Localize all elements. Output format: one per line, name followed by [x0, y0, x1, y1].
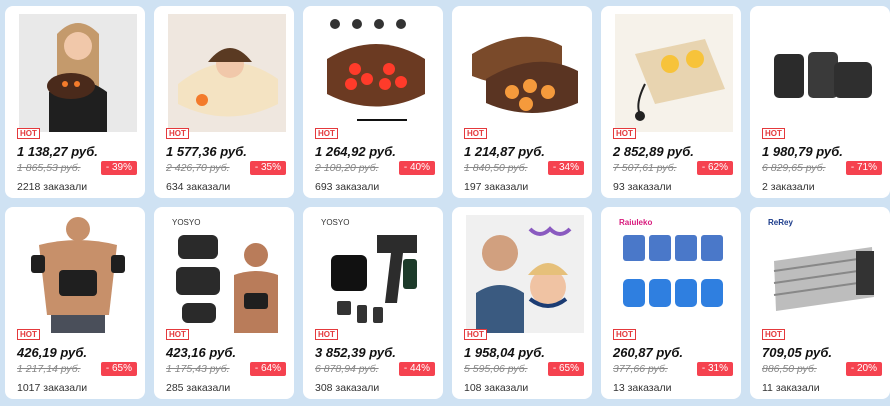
price: 1 138,27 руб.: [17, 144, 98, 159]
old-price: 2 426,70 руб.: [166, 162, 230, 174]
product-grid: HOT 1 138,27 руб. 1 865,53 руб. - 39% 22…: [0, 0, 890, 406]
hot-badge: HOT: [166, 329, 189, 340]
price: 2 852,89 руб.: [613, 144, 694, 159]
hot-badge: HOT: [315, 329, 338, 340]
discount-badge: - 39%: [100, 161, 137, 175]
product-card[interactable]: YOSYO HOT 423,16 руб. 1 175,43 руб. - 64…: [154, 207, 294, 399]
discount-badge: - 65%: [100, 362, 137, 376]
old-price: 1 175,43 руб.: [166, 363, 230, 375]
orders-count: 634 заказали: [166, 181, 231, 193]
product-card[interactable]: HOT 426,19 руб. 1 217,14 руб. - 65% 1017…: [5, 207, 145, 399]
hot-badge: HOT: [464, 329, 487, 340]
discount-badge: - 31%: [696, 362, 733, 376]
ems-pads-set-icon: YOSYO: [168, 215, 286, 333]
brand-label: YOSYO: [172, 218, 200, 227]
product-card[interactable]: HOT 1 958,04 руб. 5 595,06 руб. - 65% 10…: [452, 207, 592, 399]
orders-count: 11 заказали: [762, 382, 820, 394]
brand-label: Raiuleko: [619, 218, 652, 227]
price: 426,19 руб.: [17, 345, 88, 360]
hot-badge: HOT: [17, 329, 40, 340]
product-card[interactable]: HOT 2 852,89 руб. 7 507,61 руб. - 62% 93…: [601, 6, 741, 198]
orders-count: 197 заказали: [464, 181, 529, 193]
price: 423,16 руб.: [166, 345, 237, 360]
product-card[interactable]: HOT 1 214,87 руб. 1 840,50 руб. - 34% 19…: [452, 6, 592, 198]
hot-badge: HOT: [17, 128, 40, 139]
price: 1 958,04 руб.: [464, 345, 545, 360]
old-price: 7 507,61 руб.: [613, 162, 677, 174]
discount-badge: - 65%: [547, 362, 584, 376]
orders-count: 693 заказали: [315, 181, 380, 193]
old-price: 5 595,06 руб.: [464, 363, 528, 375]
hot-badge: HOT: [315, 128, 338, 139]
product-card[interactable]: YOSYO HOT 3 852,39 руб. 6 878,94 руб. - …: [303, 207, 443, 399]
neck-pillow-icon: [168, 14, 286, 132]
discount-badge: - 71%: [845, 161, 882, 175]
price: 260,87 руб.: [613, 345, 684, 360]
old-price: 2 108,20 руб.: [315, 162, 379, 174]
orders-count: 93 заказали: [613, 181, 672, 193]
price: 1 980,79 руб.: [762, 144, 843, 159]
wearable-wraps-icon: [764, 14, 882, 132]
hot-badge: HOT: [166, 128, 189, 139]
discount-badge: - 34%: [547, 161, 584, 175]
price: 3 852,39 руб.: [315, 345, 396, 360]
old-price: 6 878,94 руб.: [315, 363, 379, 375]
price: 1 577,36 руб.: [166, 144, 247, 159]
product-card[interactable]: HOT 1 138,27 руб. 1 865,53 руб. - 39% 22…: [5, 6, 145, 198]
shiatsu-massager-icon: [317, 14, 435, 132]
orders-count: 2218 заказали: [17, 181, 88, 193]
orders-count: 13 заказали: [613, 382, 672, 394]
gel-pads-icon: Raiuleko: [615, 215, 733, 333]
old-price: 377,66 руб.: [613, 363, 668, 375]
discount-badge: - 20%: [845, 362, 882, 376]
old-price: 886,50 руб.: [762, 363, 817, 375]
ems-abs-trainer-man-icon: [19, 215, 137, 333]
heated-massage-pillow-icon: [466, 14, 584, 132]
neck-massager-cushion-icon: [615, 14, 733, 132]
orders-count: 2 заказали: [762, 181, 815, 193]
product-card[interactable]: HOT 1 264,92 руб. 2 108,20 руб. - 40% 69…: [303, 6, 443, 198]
orders-count: 1017 заказали: [17, 382, 88, 394]
hot-badge: HOT: [613, 128, 636, 139]
product-card[interactable]: ReRey HOT 709,05 руб. 886,50 руб. - 20% …: [750, 207, 890, 399]
product-card[interactable]: HOT 1 980,79 руб. 6 829,65 руб. - 71% 2 …: [750, 6, 890, 198]
price: 1 214,87 руб.: [464, 144, 545, 159]
massage-gun-icon: YOSYO: [317, 215, 435, 333]
discount-badge: - 35%: [249, 161, 286, 175]
old-price: 6 829,65 руб.: [762, 162, 826, 174]
orders-count: 308 заказали: [315, 382, 380, 394]
product-card[interactable]: Raiuleko HOT 260,87 руб. 377,66 руб. - 3…: [601, 207, 741, 399]
brand-label: YOSYO: [321, 218, 349, 227]
massage-pillow-woman-icon: [19, 14, 137, 132]
hot-badge: HOT: [762, 329, 785, 340]
old-price: 1 865,53 руб.: [17, 162, 81, 174]
neck-massager-people-icon: [466, 215, 584, 333]
price: 709,05 руб.: [762, 345, 833, 360]
old-price: 1 217,14 руб.: [17, 363, 81, 375]
brand-label: ReRey: [768, 218, 793, 227]
orders-count: 285 заказали: [166, 382, 231, 394]
waist-belt-icon: ReRey: [764, 215, 882, 333]
product-card[interactable]: HOT 1 577,36 руб. 2 426,70 руб. - 35% 63…: [154, 6, 294, 198]
price: 1 264,92 руб.: [315, 144, 396, 159]
discount-badge: - 64%: [249, 362, 286, 376]
orders-count: 108 заказали: [464, 382, 529, 394]
discount-badge: - 44%: [398, 362, 435, 376]
hot-badge: HOT: [613, 329, 636, 340]
hot-badge: HOT: [464, 128, 487, 139]
hot-badge: HOT: [762, 128, 785, 139]
discount-badge: - 62%: [696, 161, 733, 175]
old-price: 1 840,50 руб.: [464, 162, 528, 174]
discount-badge: - 40%: [398, 161, 435, 175]
